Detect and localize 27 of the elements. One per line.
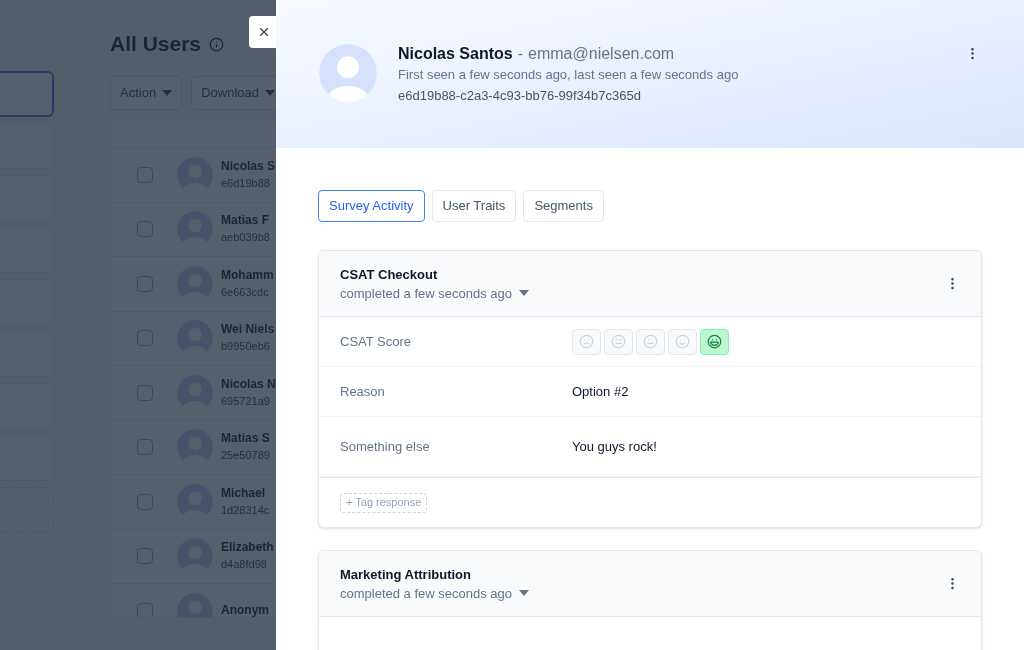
page-title: All Users <box>110 31 202 58</box>
user-name: Matias F <box>221 212 270 230</box>
status-dropdown[interactable]: completed a few seconds ago <box>340 583 529 603</box>
user-name: Nicolas S <box>221 157 276 175</box>
seen-text: First seen a few seconds ago, last seen a few seconds ago <box>398 66 739 84</box>
user-name: Wei Niels <box>221 321 275 339</box>
status-dropdown[interactable]: completed a few seconds ago <box>340 283 529 303</box>
user-name: Anonym <box>221 602 269 617</box>
tab[interactable]: User Traits <box>431 190 517 222</box>
field-label: Something else <box>340 437 431 456</box>
tab[interactable]: Segments <box>523 190 604 222</box>
user-email: emma@nielsen.com <box>528 44 675 64</box>
tab[interactable]: Survey Activity <box>318 190 425 222</box>
survey-title: Marketing Attribution <box>340 565 472 584</box>
user-name: Mohamm <box>221 266 274 284</box>
separator-dash: - <box>517 44 524 64</box>
field-value: You guys rock! <box>572 437 657 456</box>
user-id: e6d19b88-c2a3-4c93-bb76-99f34b7c365d <box>398 87 642 105</box>
user-name: Matias S <box>221 430 270 448</box>
field-label: Reason <box>340 382 386 401</box>
user-name: Nicolas N <box>221 375 276 393</box>
field-label: CSAT Score <box>340 332 413 351</box>
survey-title: CSAT Checkout <box>340 265 439 284</box>
user-name: Michael <box>221 484 266 502</box>
field-value: Option #2 <box>572 382 629 401</box>
user-name: Nicolas Santos <box>398 44 513 64</box>
user-name: Elizabeth <box>221 539 274 557</box>
